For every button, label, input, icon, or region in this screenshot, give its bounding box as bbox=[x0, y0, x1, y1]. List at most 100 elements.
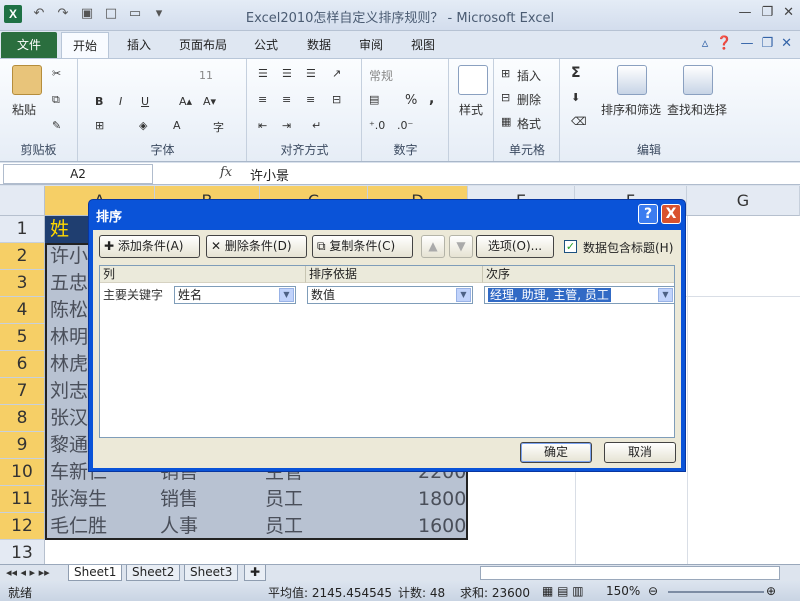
sort-order-select[interactable]: 经理, 助理, 主管, 员工 ▼ bbox=[484, 286, 675, 304]
sort-on-select[interactable]: 数值 ▼ bbox=[307, 286, 473, 304]
sheet-nav-icons[interactable]: ◂◂ ◂ ▸ ▸▸ bbox=[6, 566, 50, 579]
merge-center-icon[interactable]: ⊟ bbox=[332, 93, 341, 106]
align-right-icon[interactable]: ≡ bbox=[306, 93, 315, 106]
insert-sheet-icon[interactable]: ✚ bbox=[244, 565, 267, 581]
cell-a12[interactable]: 毛仁胜 bbox=[50, 513, 107, 540]
cell-a4[interactable]: 陈松 bbox=[50, 297, 88, 324]
row-header-10[interactable]: 10 bbox=[0, 459, 45, 486]
cell-a2[interactable]: 许小 bbox=[50, 243, 88, 270]
has-headers-checkbox[interactable]: ✓ bbox=[564, 240, 577, 253]
row-header-9[interactable]: 9 bbox=[0, 432, 45, 459]
view-buttons-icon[interactable]: ▦ ▤ ▥ bbox=[542, 584, 584, 598]
row-header-6[interactable]: 6 bbox=[0, 351, 45, 378]
add-level-button[interactable]: ✚ 添加条件(A) bbox=[99, 235, 200, 258]
dialog-close-button[interactable]: X bbox=[661, 204, 681, 224]
row-header-2[interactable]: 2 bbox=[0, 243, 45, 270]
insert-cells-icon[interactable]: ⊞ bbox=[501, 67, 510, 80]
percent-button[interactable]: % bbox=[405, 93, 417, 108]
cell-b12[interactable]: 人事 bbox=[160, 513, 198, 540]
doc-restore-icon[interactable]: ❐ bbox=[761, 36, 773, 51]
sort-filter-button[interactable]: 排序和筛选 bbox=[601, 101, 661, 118]
insert-cells-button[interactable]: 插入 bbox=[517, 67, 541, 84]
format-cells-button[interactable]: 格式 bbox=[517, 115, 541, 132]
tab-page-layout[interactable]: 页面布局 bbox=[170, 32, 236, 58]
find-select-button[interactable]: 查找和选择 bbox=[667, 101, 727, 118]
header-cell-name[interactable]: 姓 bbox=[50, 216, 69, 243]
styles-icon[interactable] bbox=[458, 65, 488, 95]
cell-a5[interactable]: 林明 bbox=[50, 324, 88, 351]
phonetic-icon[interactable]: 字 bbox=[213, 119, 224, 135]
font-size-select[interactable]: 11 bbox=[199, 69, 213, 82]
paste-icon[interactable] bbox=[12, 65, 42, 95]
cancel-button[interactable]: 取消 bbox=[604, 442, 676, 463]
clear-icon[interactable]: ⌫ bbox=[571, 115, 587, 128]
zoom-level[interactable]: 150% bbox=[606, 584, 640, 598]
copy-level-button[interactable]: ⧉ 复制条件(C) bbox=[312, 235, 413, 258]
insert-function-icon[interactable]: fx bbox=[220, 165, 232, 180]
col-header-g[interactable]: G bbox=[687, 186, 800, 216]
delete-cells-button[interactable]: 删除 bbox=[517, 91, 541, 108]
close-icon[interactable]: ✕ bbox=[783, 5, 794, 20]
accounting-icon[interactable]: ▤ bbox=[369, 93, 379, 106]
sort-column-select[interactable]: 姓名 ▼ bbox=[174, 286, 296, 304]
increase-decimal-icon[interactable]: ⁺.0 bbox=[369, 119, 385, 132]
format-cells-icon[interactable]: ▦ bbox=[501, 115, 511, 128]
align-left-icon[interactable]: ≡ bbox=[258, 93, 267, 106]
grow-font-icon[interactable]: A▴ bbox=[179, 95, 192, 108]
delete-cells-icon[interactable]: ⊟ bbox=[501, 91, 510, 104]
row-header-3[interactable]: 3 bbox=[0, 270, 45, 297]
select-all-corner[interactable] bbox=[0, 186, 45, 216]
tab-data[interactable]: 数据 bbox=[298, 32, 340, 58]
bold-button[interactable]: B bbox=[95, 95, 103, 108]
name-box[interactable]: A2 bbox=[3, 164, 153, 184]
align-center-icon[interactable]: ≡ bbox=[282, 93, 291, 106]
chevron-down-icon[interactable]: ▼ bbox=[658, 288, 673, 302]
sheet-tab-1[interactable]: Sheet1 bbox=[68, 565, 123, 581]
row-header-13[interactable]: 13 bbox=[0, 540, 45, 564]
orientation-icon[interactable]: ↗ bbox=[332, 67, 341, 80]
paste-button[interactable]: 粘贴 bbox=[12, 101, 36, 118]
move-up-button[interactable]: ▲ bbox=[421, 235, 445, 258]
align-middle-icon[interactable]: ☰ bbox=[282, 67, 292, 80]
wrap-text-icon[interactable]: ↵ bbox=[312, 119, 321, 132]
cell-c12[interactable]: 员工 bbox=[265, 513, 303, 540]
cell-b11[interactable]: 销售 bbox=[160, 486, 198, 513]
align-top-icon[interactable]: ☰ bbox=[258, 67, 268, 80]
tab-home[interactable]: 开始 bbox=[61, 32, 109, 58]
copy-icon[interactable]: ⧉ bbox=[52, 93, 60, 107]
help-icon[interactable]: ❓ bbox=[716, 36, 732, 51]
font-color-icon[interactable]: A bbox=[173, 119, 181, 132]
row-header-4[interactable]: 4 bbox=[0, 297, 45, 324]
doc-minimize-icon[interactable]: — bbox=[740, 36, 753, 51]
cell-a7[interactable]: 刘志 bbox=[50, 378, 88, 405]
fill-icon[interactable]: ⬇ bbox=[571, 91, 580, 104]
borders-icon[interactable]: ⊞ bbox=[95, 119, 104, 132]
dialog-help-button[interactable]: ? bbox=[638, 204, 658, 224]
sheet-tab-2[interactable]: Sheet2 bbox=[126, 565, 181, 581]
shrink-font-icon[interactable]: A▾ bbox=[203, 95, 216, 108]
decrease-indent-icon[interactable]: ⇤ bbox=[258, 119, 267, 132]
minimize-icon[interactable]: — bbox=[738, 5, 751, 20]
cell-d12[interactable]: 1600 bbox=[418, 513, 466, 540]
sort-filter-icon[interactable] bbox=[617, 65, 647, 95]
italic-button[interactable]: I bbox=[119, 95, 122, 108]
tab-file[interactable]: 文件 bbox=[1, 32, 57, 58]
tab-review[interactable]: 审阅 bbox=[350, 32, 392, 58]
cell-d11[interactable]: 1800 bbox=[418, 486, 466, 513]
cell-a11[interactable]: 张海生 bbox=[50, 486, 107, 513]
chevron-down-icon[interactable]: ▼ bbox=[279, 288, 294, 302]
comma-button[interactable]: , bbox=[429, 91, 434, 107]
delete-level-button[interactable]: ✕ 删除条件(D) bbox=[206, 235, 307, 258]
tab-insert[interactable]: 插入 bbox=[116, 32, 162, 58]
ribbon-minimize-icon[interactable]: ▵ bbox=[702, 36, 709, 51]
zoom-slider[interactable] bbox=[668, 591, 764, 593]
number-format-select[interactable]: 常规 bbox=[369, 67, 393, 84]
row-header-8[interactable]: 8 bbox=[0, 405, 45, 432]
increase-indent-icon[interactable]: ⇥ bbox=[282, 119, 291, 132]
decrease-decimal-icon[interactable]: .0⁻ bbox=[397, 119, 413, 132]
horizontal-scrollbar[interactable] bbox=[480, 566, 780, 580]
cut-icon[interactable]: ✂ bbox=[52, 67, 61, 80]
cell-c11[interactable]: 员工 bbox=[265, 486, 303, 513]
doc-close-icon[interactable]: ✕ bbox=[781, 36, 792, 51]
row-header-5[interactable]: 5 bbox=[0, 324, 45, 351]
